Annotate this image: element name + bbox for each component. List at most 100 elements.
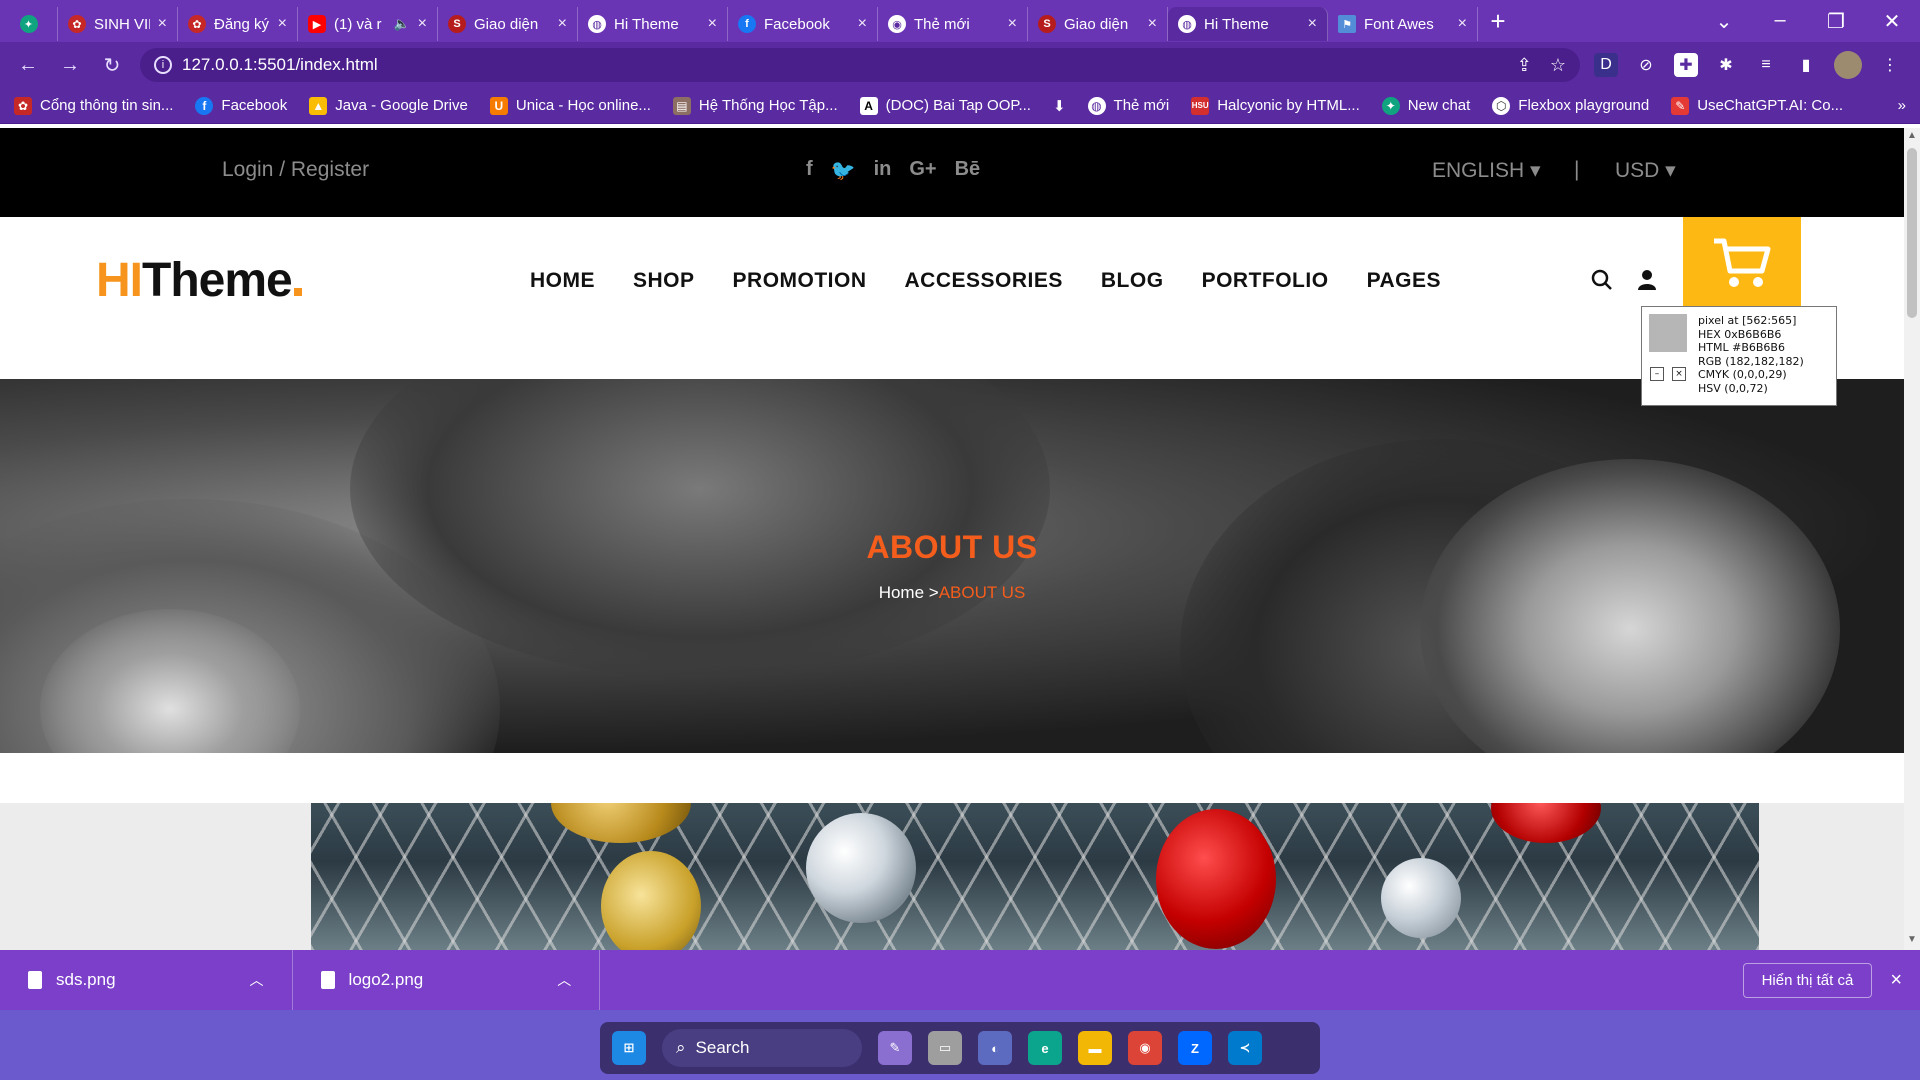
bookmark-item[interactable]: HSU Halcyonic by HTML...	[1191, 96, 1360, 115]
download-item[interactable]: sds.png ︿	[0, 950, 293, 1010]
start-icon[interactable]: ⊞	[612, 1031, 646, 1065]
currency-select[interactable]: USD ▾	[1615, 158, 1676, 183]
extensions-icon[interactable]: ✱	[1714, 53, 1738, 77]
page-scrollbar[interactable]: ▲ ▼	[1904, 128, 1920, 950]
cart-button[interactable]	[1683, 217, 1801, 309]
new-tab-button[interactable]: +	[1478, 1, 1518, 41]
facebook-icon[interactable]: f	[806, 158, 813, 183]
close-downloads-bar-icon[interactable]: ×	[1890, 969, 1902, 992]
reload-icon[interactable]: ↻	[98, 53, 126, 78]
close-tab-icon[interactable]: ×	[278, 15, 287, 33]
files-icon[interactable]: ✎	[878, 1031, 912, 1065]
close-window-icon[interactable]: ✕	[1864, 9, 1920, 34]
menu-item-promotion[interactable]: PROMOTION	[733, 269, 867, 293]
tab-youtube[interactable]: ▶ (1) và r 🔈 ×	[298, 7, 438, 41]
language-select[interactable]: ENGLISH ▾	[1432, 158, 1541, 183]
user-icon[interactable]	[1637, 269, 1657, 297]
close-tab-icon[interactable]: ×	[418, 15, 427, 33]
twitter-icon[interactable]: 🐦	[831, 158, 856, 183]
tab-search-icon[interactable]: ⌄	[1696, 9, 1752, 34]
bookmark-item[interactable]: ✦ New chat	[1381, 96, 1470, 115]
back-icon[interactable]: ←	[14, 54, 42, 77]
folder-icon[interactable]: ▬	[1078, 1031, 1112, 1065]
vscode-icon[interactable]: ≺	[1228, 1031, 1262, 1065]
tab-sinh-vien[interactable]: ✿ SINH VIÊN×	[58, 7, 178, 41]
close-tab-icon[interactable]: ×	[1308, 15, 1317, 33]
side-panel-icon[interactable]: ▮	[1794, 53, 1818, 77]
color-picker-close-button[interactable]: ×	[1672, 367, 1686, 381]
show-all-downloads-button[interactable]: Hiển thị tất cả	[1742, 962, 1873, 998]
url-text[interactable]: 127.0.0.1:5501/index.html	[182, 55, 378, 75]
chevron-up-icon[interactable]: ︿	[557, 970, 571, 990]
extension-puzzle-app-icon[interactable]: ✚	[1674, 53, 1698, 77]
speaker-icon[interactable]: 🔈	[393, 16, 409, 32]
bookmark-item[interactable]: ✿ Cổng thông tin sin...	[14, 96, 173, 115]
taskbar-search[interactable]: ⌕ Search	[662, 1029, 862, 1067]
url-input[interactable]: i 127.0.0.1:5501/index.html ⇪ ☆	[140, 48, 1580, 82]
forward-icon[interactable]: →	[56, 54, 84, 77]
bookmark-item[interactable]: ▤ Hệ Thống Học Tập...	[672, 96, 838, 115]
chrome-icon[interactable]: ◉	[1128, 1031, 1162, 1065]
site-logo[interactable]: HITheme	[96, 253, 302, 308]
google-plus-icon[interactable]: G+	[909, 158, 936, 183]
scrollbar-thumb[interactable]	[1907, 148, 1917, 318]
reading-list-icon[interactable]: ≡	[1754, 53, 1778, 77]
minimize-icon[interactable]: –	[1752, 9, 1808, 34]
meet-icon[interactable]: ◐	[978, 1031, 1012, 1065]
menu-item-home[interactable]: HOME	[530, 269, 595, 293]
tab-hi-theme-active[interactable]: ◍ Hi Theme ×	[1168, 7, 1328, 41]
close-tab-icon[interactable]: ×	[158, 15, 167, 33]
bookmark-item[interactable]: ◍ Thẻ mới	[1087, 96, 1169, 115]
bookmark-item[interactable]: A (DOC) Bai Tap OOP...	[859, 96, 1031, 115]
menu-dots-icon[interactable]: ⋮	[1878, 53, 1902, 77]
tab-giao-dien-2[interactable]: S Giao diện ×	[1028, 7, 1168, 41]
close-tab-icon[interactable]: ×	[558, 15, 567, 33]
menu-item-portfolio[interactable]: PORTFOLIO	[1202, 269, 1329, 293]
breadcrumb-home-link[interactable]: Home >	[879, 583, 939, 602]
close-tab-icon[interactable]: ×	[708, 15, 717, 33]
tab-dang-ky[interactable]: ✿ Đăng ký h×	[178, 7, 298, 41]
profile-avatar[interactable]	[1834, 51, 1862, 79]
tab-new-tab[interactable]: ◉ Thẻ mới ×	[878, 7, 1028, 41]
linkedin-icon[interactable]: in	[874, 158, 892, 183]
search-icon[interactable]	[1591, 269, 1613, 297]
close-tab-icon[interactable]: ×	[1008, 15, 1017, 33]
share-icon[interactable]: ⇪	[1517, 55, 1532, 76]
color-picker-minimize-button[interactable]: –	[1650, 367, 1664, 381]
download-item[interactable]: logo2.png ︿	[293, 950, 601, 1010]
bookmark-item[interactable]: f Facebook	[195, 96, 287, 115]
login-register-link[interactable]: Login / Register	[222, 158, 369, 182]
bookmark-item[interactable]: U Unica - Học online...	[489, 96, 651, 115]
menu-item-blog[interactable]: BLOG	[1101, 269, 1164, 293]
bookmark-item[interactable]: ⬇	[1053, 97, 1066, 115]
extension-d-icon[interactable]: D	[1594, 53, 1618, 77]
tab-font-awesome[interactable]: ⚑ Font Awes ×	[1328, 7, 1478, 41]
menu-item-pages[interactable]: PAGES	[1367, 269, 1441, 293]
facebook-icon: f	[195, 96, 214, 115]
extension-compass-icon[interactable]: ⊘	[1634, 53, 1658, 77]
chevron-up-icon[interactable]: ︿	[250, 970, 264, 990]
bookmark-star-icon[interactable]: ☆	[1550, 55, 1566, 76]
menu-item-accessories[interactable]: ACCESSORIES	[905, 269, 1063, 293]
zalo-icon[interactable]: Z	[1178, 1031, 1212, 1065]
restore-icon[interactable]: ❐	[1808, 9, 1864, 34]
tab-facebook[interactable]: f Facebook ×	[728, 7, 878, 41]
bookmark-item[interactable]: ⬡ Flexbox playground	[1492, 96, 1649, 115]
bookmark-item[interactable]: ✎ UseChatGPT.AI: Co...	[1671, 96, 1843, 115]
about-hero-banner: ABOUT US Home >ABOUT US	[0, 379, 1904, 753]
more-bookmarks-button[interactable]: »	[1898, 97, 1906, 114]
monitor-icon[interactable]: ▭	[928, 1031, 962, 1065]
tab-hi-theme-1[interactable]: ◍ Hi Theme ×	[578, 7, 728, 41]
behance-icon[interactable]: Bē	[955, 158, 981, 183]
close-tab-icon[interactable]: ×	[1148, 15, 1157, 33]
edge-icon[interactable]: e	[1028, 1031, 1062, 1065]
close-tab-icon[interactable]: ×	[858, 15, 867, 33]
tab-giao-dien-1[interactable]: S Giao diện ×	[438, 7, 578, 41]
menu-item-shop[interactable]: SHOP	[633, 269, 695, 293]
scroll-down-icon[interactable]: ▼	[1904, 934, 1920, 945]
close-tab-icon[interactable]: ×	[1458, 15, 1467, 33]
site-info-icon[interactable]: i	[154, 56, 172, 74]
bookmark-item[interactable]: ▲ Java - Google Drive	[309, 96, 468, 115]
scroll-up-icon[interactable]: ▲	[1904, 130, 1920, 141]
tab-chatgpt[interactable]: ✦	[0, 7, 58, 41]
